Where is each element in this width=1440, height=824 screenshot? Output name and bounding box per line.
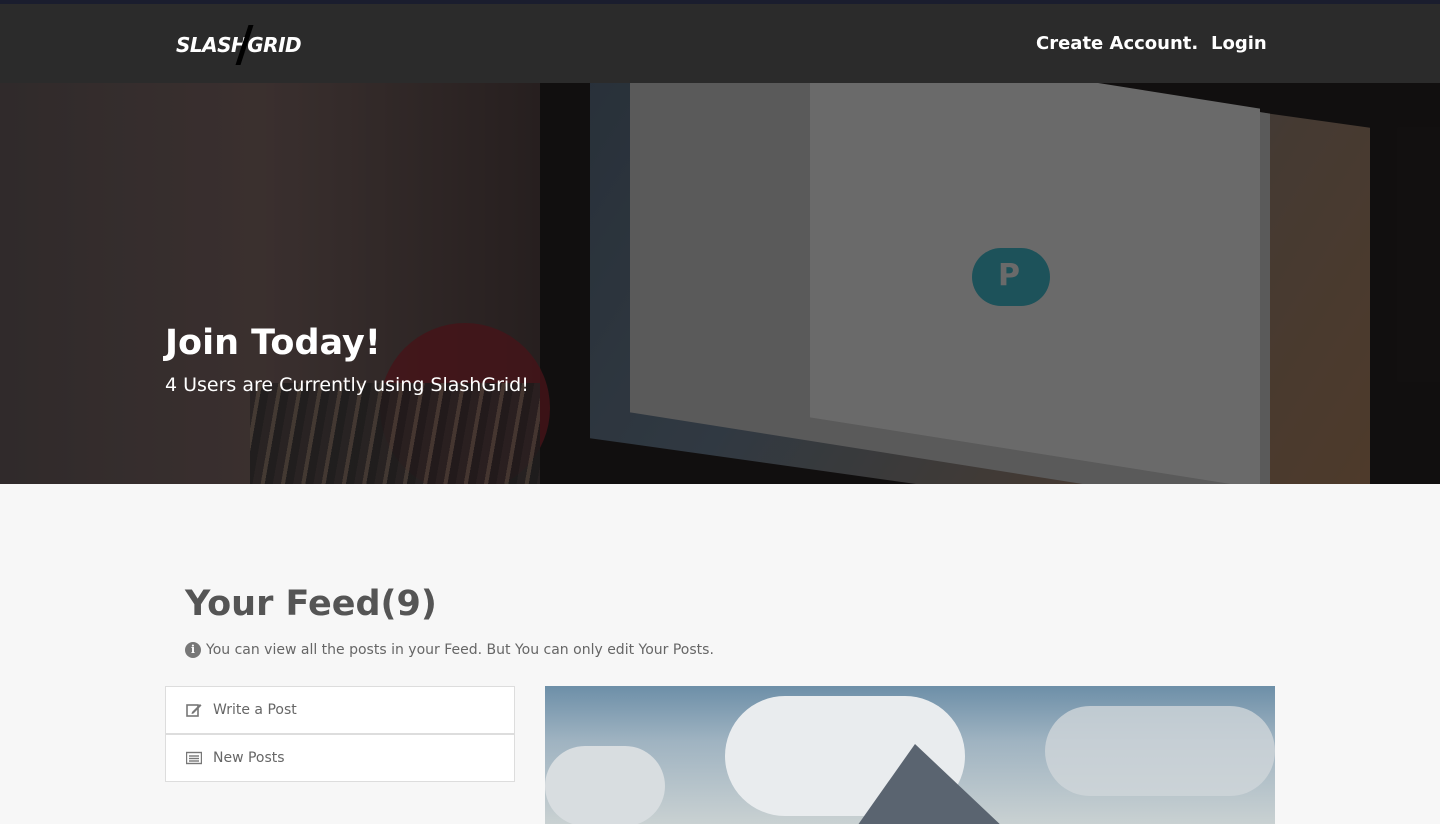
post-mountain-shape xyxy=(855,744,1005,824)
feed-info: i You can view all the posts in your Fee… xyxy=(185,642,714,658)
hero-subtitle: 4 Users are Currently using SlashGrid! xyxy=(165,374,529,396)
post-cloud-shape xyxy=(545,746,665,824)
edit-icon xyxy=(186,703,202,717)
post-image[interactable] xyxy=(545,686,1275,824)
hero-overlay xyxy=(0,83,1440,484)
navbar: SLASHGRID Create Account. Login xyxy=(0,4,1440,83)
create-account-link[interactable]: Create Account. xyxy=(1036,33,1198,54)
write-post-button[interactable]: Write a Post xyxy=(165,686,515,734)
hero-banner: Join Today! 4 Users are Currently using … xyxy=(0,83,1440,484)
new-posts-label: New Posts xyxy=(213,750,285,766)
list-icon xyxy=(185,751,203,765)
post-cloud-shape xyxy=(1045,706,1275,796)
info-circle-icon: i xyxy=(185,642,201,658)
hero-title: Join Today! xyxy=(165,323,381,363)
feed-info-text: You can view all the posts in your Feed.… xyxy=(206,642,714,658)
feed-title: Your Feed(9) xyxy=(185,584,437,624)
write-post-label: Write a Post xyxy=(213,702,297,718)
new-posts-button[interactable]: New Posts xyxy=(165,734,515,782)
login-link[interactable]: Login xyxy=(1211,33,1267,54)
site-logo[interactable]: SLASHGRID xyxy=(176,25,306,67)
